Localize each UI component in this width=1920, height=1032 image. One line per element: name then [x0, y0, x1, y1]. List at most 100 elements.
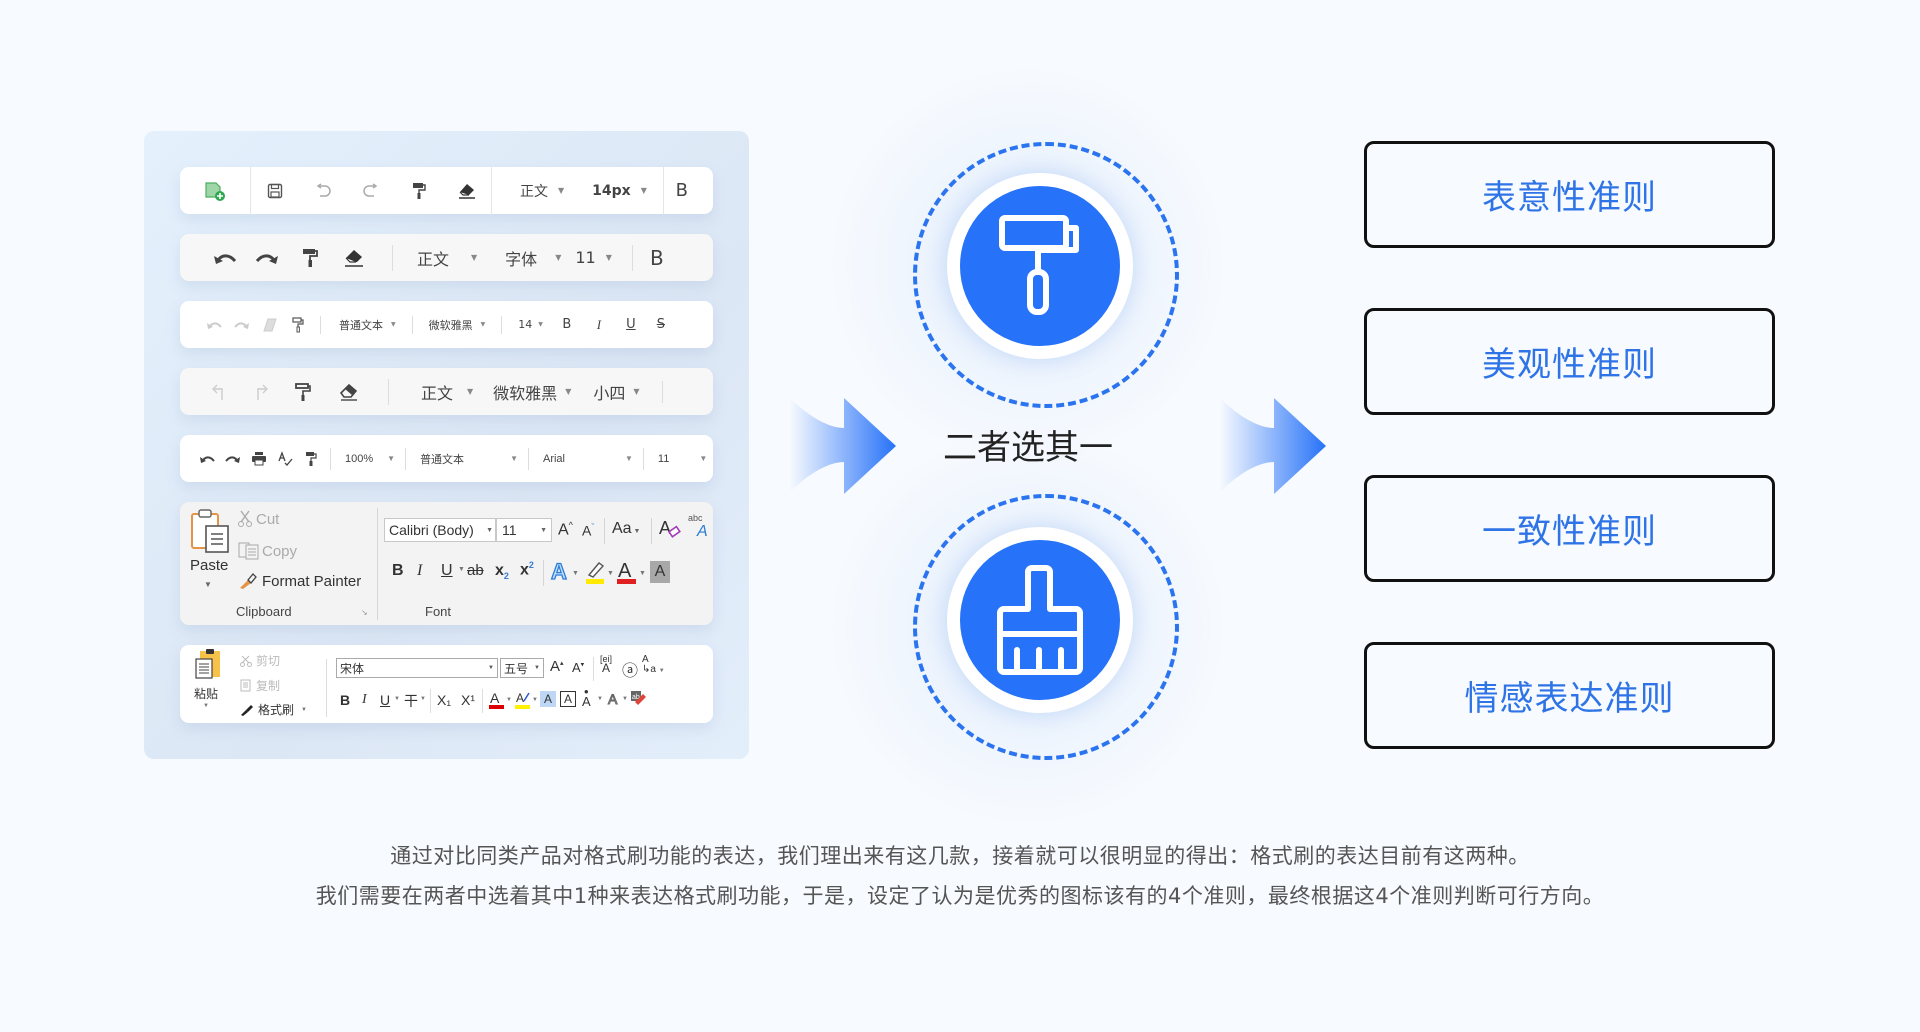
strikethrough-button[interactable]: ab	[467, 562, 484, 579]
strikethrough-dropdown-icon[interactable]: ▼	[420, 696, 426, 702]
grow-font-button[interactable]: A^	[558, 520, 573, 539]
paragraph-style-dropdown[interactable]: 普通文本 ▼	[339, 317, 396, 333]
font-size-dropdown[interactable]: 小四 ▼	[593, 380, 639, 404]
paragraph-style-dropdown[interactable]: 正文 ▼	[417, 246, 477, 270]
paragraph-style-dropdown[interactable]: 普通文本 ▼	[420, 451, 518, 467]
undo-icon[interactable]	[299, 182, 347, 199]
save-icon[interactable]	[251, 183, 299, 199]
clear-formatting-icon[interactable]: ab	[630, 689, 648, 710]
font-family-dropdown[interactable]: Arial ▼	[543, 453, 633, 465]
italic-button[interactable]: I	[362, 692, 367, 708]
bold-button[interactable]: B	[664, 180, 700, 201]
dialog-launcher-icon[interactable]: ↘	[361, 608, 368, 617]
text-outline-dropdown-icon[interactable]: ▼	[622, 696, 628, 702]
cut-button[interactable]: 剪切	[240, 652, 280, 669]
cut-button[interactable]: Cut	[238, 510, 279, 528]
font-size-select[interactable]: 五号 ▼	[500, 658, 544, 678]
eraser-icon[interactable]	[326, 383, 372, 401]
text-outline-button[interactable]: A	[607, 691, 617, 708]
zoom-dropdown[interactable]: 100% ▼	[345, 453, 395, 465]
highlight-color-button[interactable]: ▼	[584, 558, 616, 591]
grow-font-button[interactable]: A▴	[550, 658, 564, 675]
clear-formatting-icon[interactable]: A	[658, 516, 682, 545]
italic-button[interactable]: I	[417, 562, 422, 580]
emphasis-mark-button[interactable]: • A	[582, 685, 591, 708]
format-painter-button[interactable]: Format Painter	[238, 572, 361, 590]
font-size-dropdown[interactable]: 14 ▼	[518, 318, 543, 331]
underline-dropdown-icon[interactable]: ▼	[394, 696, 400, 702]
font-size-select[interactable]: 11 ▼	[496, 518, 552, 542]
font-family-dropdown[interactable]: 微软雅黑 ▼	[493, 380, 571, 404]
character-shading-button[interactable]: A	[540, 691, 556, 707]
paste-clipboard-icon[interactable]	[194, 649, 222, 684]
emphasis-dropdown-icon[interactable]: ▼	[597, 696, 603, 702]
font-family-dropdown[interactable]: 字体 ▼	[505, 246, 561, 270]
redo-icon[interactable]	[220, 454, 246, 464]
font-color-button[interactable]: A ▼	[616, 558, 648, 591]
print-icon[interactable]	[246, 451, 272, 466]
bold-button[interactable]: B	[340, 692, 350, 708]
option-paint-brush[interactable]	[947, 527, 1133, 713]
paste-button[interactable]: 粘贴	[194, 685, 218, 702]
font-size-dropdown[interactable]: 14px ▼	[592, 183, 647, 199]
copy-button[interactable]: Copy	[238, 542, 297, 560]
character-border-button[interactable]: A	[560, 691, 576, 707]
phonetic-guide-button[interactable]: [ei] A	[600, 655, 612, 675]
redo-icon[interactable]	[228, 320, 256, 330]
character-shading-button[interactable]: A	[650, 561, 670, 583]
underline-button[interactable]: U	[380, 692, 390, 708]
redo-icon[interactable]	[246, 251, 288, 265]
change-case-button[interactable]: A ↳a ▼	[642, 655, 665, 676]
format-painter-icon[interactable]	[298, 451, 324, 467]
underline-dropdown-icon[interactable]: ▼	[458, 566, 465, 573]
format-painter-icon[interactable]	[395, 182, 443, 200]
option-paint-roller[interactable]	[947, 173, 1133, 359]
font-size-dropdown[interactable]: 11 ▼	[658, 453, 707, 465]
paste-clipboard-icon[interactable]	[190, 508, 232, 559]
subscript-button[interactable]: x2	[495, 562, 509, 581]
undo-icon[interactable]	[200, 320, 228, 330]
paste-button[interactable]: Paste	[190, 557, 228, 574]
format-painter-icon[interactable]	[288, 248, 332, 268]
subscript-button[interactable]: X₁	[437, 692, 451, 708]
font-name-select[interactable]: 宋体 ▼	[336, 658, 498, 678]
bold-button[interactable]: B	[392, 562, 404, 580]
eraser-icon[interactable]	[443, 183, 491, 199]
underline-button[interactable]: U	[441, 562, 453, 580]
superscript-button[interactable]: x2	[520, 560, 534, 579]
enclose-character-button[interactable]: ⓐ	[622, 657, 638, 681]
text-effect-button[interactable]: A ▼	[550, 558, 582, 589]
paragraph-style-dropdown[interactable]: 正文 ▼	[520, 181, 564, 201]
strikethrough-button[interactable]: 干	[404, 691, 418, 711]
underline-button[interactable]: U	[615, 317, 647, 332]
spellcheck-icon[interactable]	[272, 450, 298, 467]
format-painter-icon[interactable]	[284, 316, 312, 333]
undo-icon[interactable]	[194, 454, 220, 464]
eraser-icon[interactable]	[256, 318, 284, 332]
eraser-icon[interactable]	[332, 249, 376, 267]
shrink-font-button[interactable]: Aˇ	[582, 522, 594, 539]
bold-button[interactable]: B	[633, 246, 681, 270]
paragraph-style-dropdown[interactable]: 正文 ▼	[421, 380, 473, 404]
paste-dropdown-icon[interactable]: ▼	[203, 703, 209, 709]
format-painter-button[interactable]: 格式刷 ▼	[240, 701, 307, 718]
italic-button[interactable]: I	[583, 317, 615, 333]
undo-icon[interactable]	[204, 251, 246, 265]
change-case-button[interactable]: Aa ▼	[612, 520, 640, 538]
superscript-button[interactable]: X¹	[461, 692, 475, 708]
font-name-select[interactable]: Calibri (Body) ▼	[384, 518, 496, 542]
redo-icon[interactable]	[240, 383, 280, 401]
copy-button[interactable]: 复制	[240, 677, 280, 694]
new-doc-icon[interactable]	[180, 181, 250, 201]
bold-button[interactable]: B	[551, 317, 583, 332]
strikethrough-button[interactable]: S	[647, 317, 675, 332]
highlight-color-button[interactable]: A ▼	[514, 689, 538, 714]
paste-dropdown-icon[interactable]: ▼	[204, 580, 212, 589]
text-effects-abc-icon[interactable]: abc A	[688, 512, 712, 545]
shrink-font-button[interactable]: A▾	[572, 660, 584, 675]
font-size-dropdown[interactable]: 11 ▼	[575, 248, 612, 267]
font-family-dropdown[interactable]: 微软雅黑 ▼	[429, 317, 486, 333]
redo-icon[interactable]	[347, 182, 395, 199]
undo-icon[interactable]	[200, 383, 240, 401]
format-painter-icon[interactable]	[280, 382, 326, 402]
